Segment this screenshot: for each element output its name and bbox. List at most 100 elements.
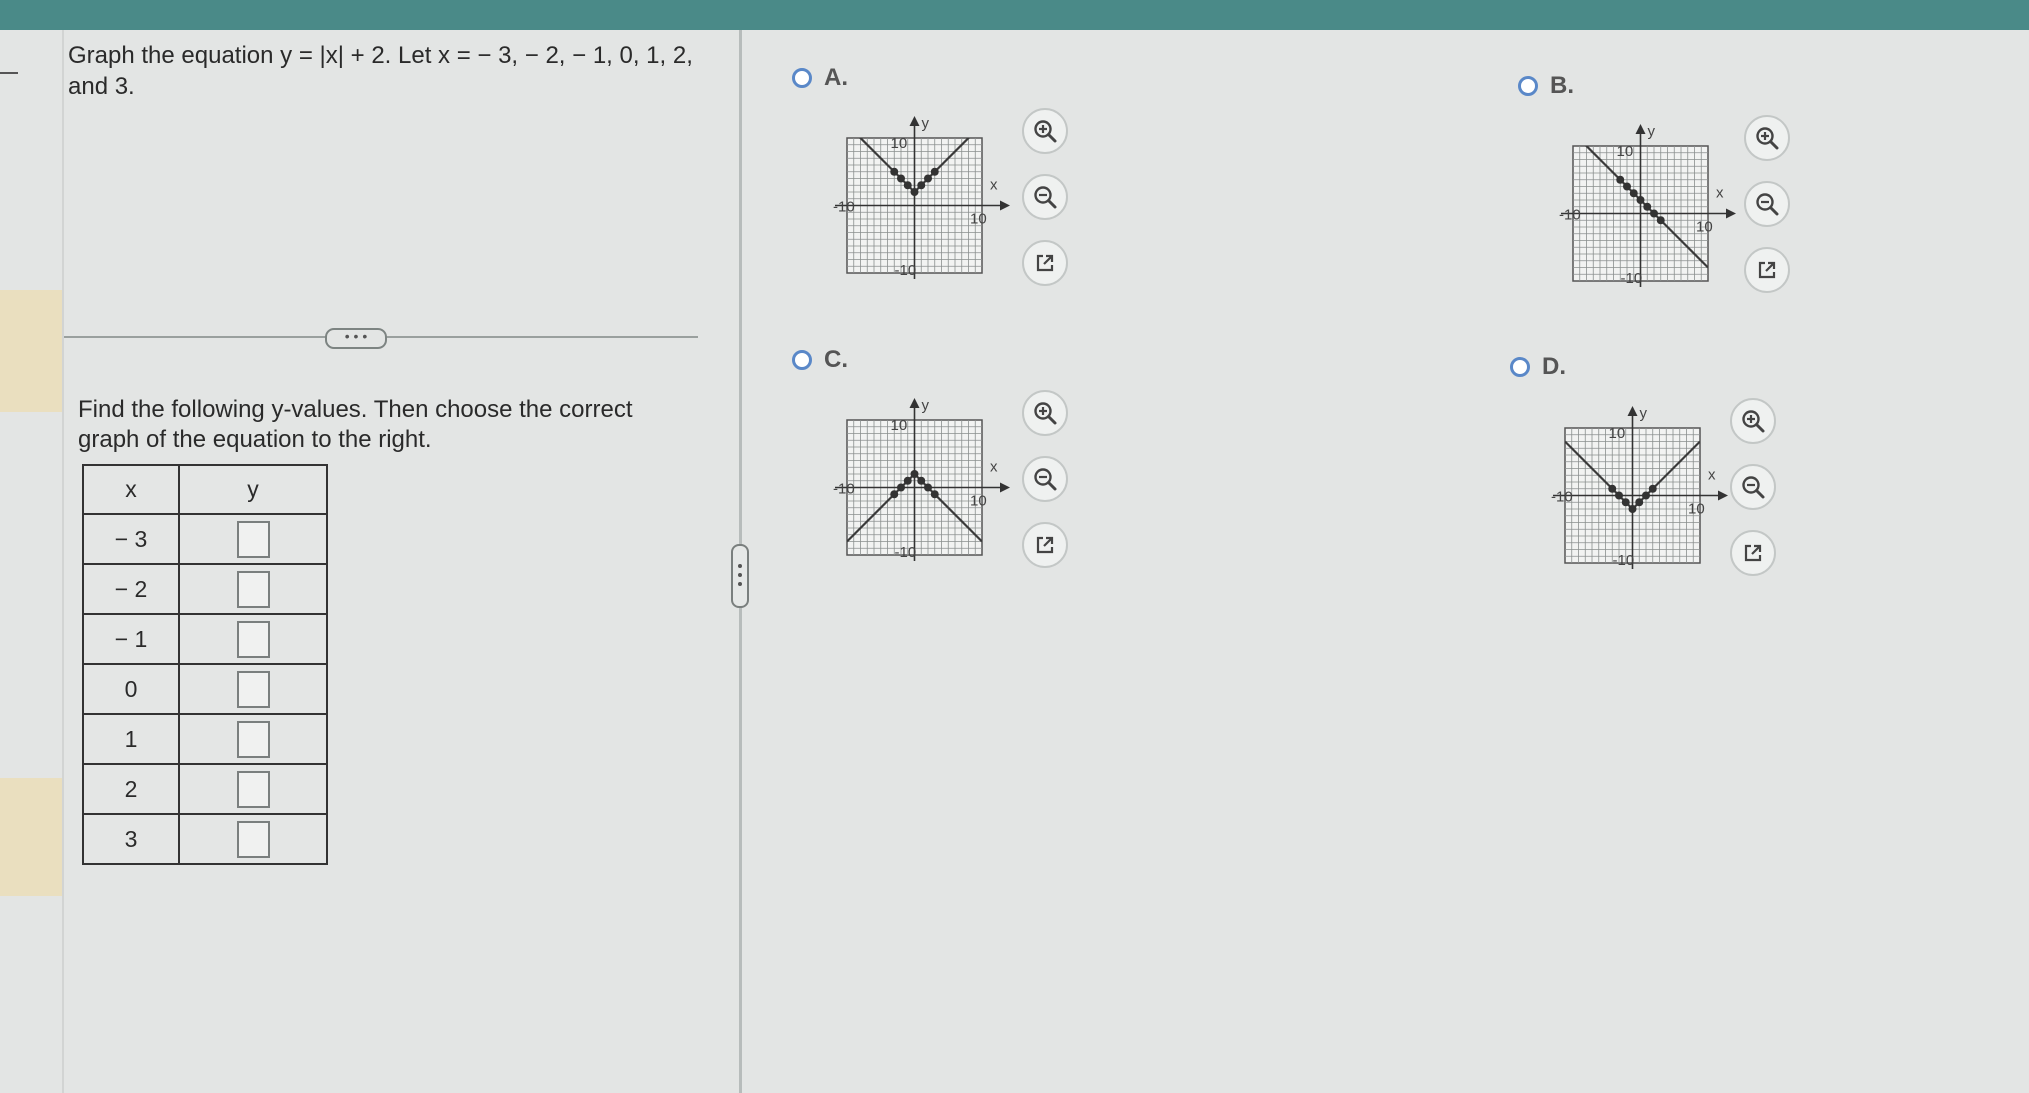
y-answer-input[interactable] xyxy=(236,520,270,558)
popout-button[interactable] xyxy=(1022,522,1068,568)
graph-point xyxy=(1629,189,1638,198)
x-value-cell: 3 xyxy=(82,813,180,865)
x-min-tick-label: -10 xyxy=(1559,207,1581,224)
y-min-tick-label: -10 xyxy=(1613,552,1635,569)
popout-icon xyxy=(1744,544,1762,562)
x-value-cell: 0 xyxy=(82,663,180,715)
y-axis-label: y xyxy=(1640,405,1648,422)
popout-icon xyxy=(1036,254,1054,272)
x-max-tick-label: 10 xyxy=(1696,219,1713,236)
x-max-tick-label: 10 xyxy=(970,211,987,228)
side-strip-highlight xyxy=(0,778,62,896)
option-radio-button[interactable] xyxy=(792,350,812,370)
y-axis-label: y xyxy=(922,115,930,132)
table-row: − 1 xyxy=(82,613,328,665)
zoom-in-button[interactable] xyxy=(1022,108,1068,154)
option-radio-button[interactable] xyxy=(1510,357,1530,377)
zoom-in-button[interactable] xyxy=(1022,390,1068,436)
x-axis-arrow xyxy=(1000,482,1010,493)
table-row: 0 xyxy=(82,663,328,715)
y-value-cell xyxy=(178,513,328,565)
xy-values-table: x y − 3− 2− 10123 xyxy=(82,464,328,865)
x-axis-label: x xyxy=(1716,185,1724,202)
option-radio-button[interactable] xyxy=(792,68,812,88)
graph-point xyxy=(1615,491,1623,500)
graph-point xyxy=(1648,484,1657,493)
option-letter: B. xyxy=(1550,72,1574,99)
x-max-tick-label: 10 xyxy=(970,493,987,510)
graph-point xyxy=(910,188,919,196)
top-accent-bar xyxy=(0,0,2029,30)
zoom-out-button[interactable] xyxy=(1022,456,1068,502)
x-min-tick-label: -10 xyxy=(833,481,855,498)
x-max-tick-label: 10 xyxy=(1688,501,1705,518)
zoom-in-button[interactable] xyxy=(1744,115,1790,161)
x-value-cell: 1 xyxy=(82,713,180,765)
zoom-in-icon xyxy=(1034,402,1057,425)
y-value-cell xyxy=(178,763,328,815)
graph-point xyxy=(897,174,905,183)
option-graph[interactable]: yx10-1010-10 xyxy=(1540,398,1730,588)
x-value-cell: 2 xyxy=(82,763,180,815)
x-value-cell: − 2 xyxy=(82,563,180,615)
zoom-in-button[interactable] xyxy=(1730,398,1776,444)
popout-icon xyxy=(1758,261,1776,279)
graph-point xyxy=(897,483,905,492)
zoom-in-icon xyxy=(1034,120,1057,143)
edge-tab xyxy=(0,72,18,74)
x-value-cell: − 3 xyxy=(82,513,180,565)
y-min-tick-label: -10 xyxy=(895,262,917,279)
zoom-out-button[interactable] xyxy=(1744,181,1790,227)
graph-point xyxy=(910,470,919,478)
zoom-out-button[interactable] xyxy=(1730,464,1776,510)
table-header-row: x y xyxy=(82,464,328,515)
zoom-out-button[interactable] xyxy=(1022,174,1068,220)
y-max-tick-label: 10 xyxy=(1617,143,1634,160)
popout-button[interactable] xyxy=(1730,530,1776,576)
pane-resize-handle[interactable] xyxy=(731,544,749,608)
y-answer-input[interactable] xyxy=(236,720,270,758)
option-graph[interactable]: yx10-1010-10 xyxy=(822,390,1012,580)
x-min-tick-label: -10 xyxy=(1551,489,1573,506)
popout-button[interactable] xyxy=(1022,240,1068,286)
y-answer-input[interactable] xyxy=(236,620,270,658)
graph-point xyxy=(1621,498,1630,507)
y-answer-input[interactable] xyxy=(236,570,270,608)
option-graph[interactable]: yx10-1010-10 xyxy=(822,108,1012,298)
table-row: 1 xyxy=(82,713,328,765)
y-answer-input[interactable] xyxy=(236,770,270,808)
x-value-cell: − 1 xyxy=(82,613,180,665)
zoom-in-icon xyxy=(1742,410,1765,433)
zoom-out-icon xyxy=(1034,186,1057,209)
y-axis-arrow xyxy=(1635,124,1646,134)
x-axis-arrow xyxy=(1718,490,1728,501)
graph-point xyxy=(1642,491,1650,500)
question-text: Graph the equation y = |x| + 2. Let x = … xyxy=(68,42,693,100)
y-min-tick-label: -10 xyxy=(1621,270,1643,287)
y-min-tick-label: -10 xyxy=(895,544,917,561)
option-radio-button[interactable] xyxy=(1518,76,1538,96)
popout-button[interactable] xyxy=(1744,247,1790,293)
y-axis-arrow xyxy=(1627,406,1638,416)
option-graph[interactable]: yx10-1010-10 xyxy=(1548,116,1738,306)
table-row: − 2 xyxy=(82,563,328,615)
y-answer-input[interactable] xyxy=(236,820,270,858)
graph-point xyxy=(917,476,926,485)
y-value-cell xyxy=(178,813,328,865)
y-answer-input[interactable] xyxy=(236,670,270,708)
popout-icon xyxy=(1036,536,1054,554)
table-row: 3 xyxy=(82,813,328,865)
side-strip-highlight xyxy=(0,290,62,412)
x-axis-label: x xyxy=(1708,467,1716,484)
table-row: − 3 xyxy=(82,513,328,565)
graph-point xyxy=(1656,216,1665,225)
table-row: 2 xyxy=(82,763,328,815)
graph-point xyxy=(1643,202,1652,211)
show-more-button[interactable]: • • • xyxy=(325,328,387,349)
x-axis-label: x xyxy=(990,459,998,476)
graph-point xyxy=(1636,196,1645,204)
y-value-cell xyxy=(178,663,328,715)
graph-point xyxy=(924,483,932,492)
graph-point xyxy=(1650,209,1658,218)
left-border xyxy=(62,30,64,1093)
